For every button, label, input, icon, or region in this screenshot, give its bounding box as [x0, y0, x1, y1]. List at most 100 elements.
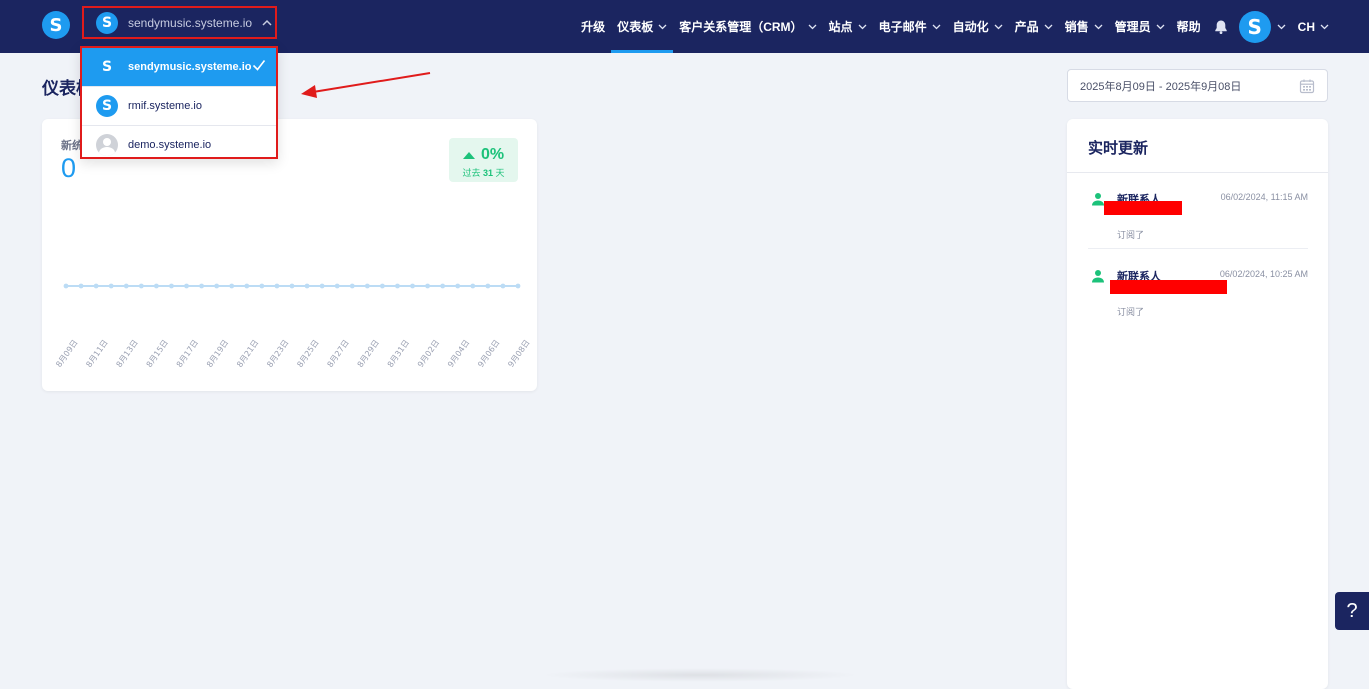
update-time: 06/02/2024, 10:25 AM: [1219, 269, 1308, 279]
annotation-arrow: [301, 72, 431, 98]
update-item[interactable]: 新联系人 06/02/2024, 10:25 AM 订阅了: [1088, 263, 1308, 333]
data-point[interactable]: [364, 283, 370, 289]
language-selector[interactable]: CH: [1298, 20, 1329, 34]
help-button[interactable]: ?: [1335, 592, 1369, 630]
data-point[interactable]: [229, 283, 235, 289]
x-tick-label: 8月27日: [325, 338, 350, 369]
data-point[interactable]: [395, 283, 400, 289]
updates-title: 实时更新: [1088, 140, 1149, 157]
x-tick-label: 8月31日: [386, 338, 411, 369]
x-tick-label: 8月25日: [295, 338, 320, 369]
workspace-current-name: sendymusic.systeme.io: [128, 15, 253, 30]
x-tick-label: 8月19日: [205, 338, 230, 369]
nav-label: 自动化: [952, 20, 989, 34]
nav-label: 客户关系管理（CRM）: [679, 20, 803, 34]
data-point[interactable]: [274, 283, 280, 289]
nav-help[interactable]: 帮助: [1171, 0, 1207, 53]
workspace-option-demo[interactable]: demo.systeme.io: [82, 126, 276, 164]
chevron-down-icon: [932, 24, 941, 29]
bottom-shadow: [540, 668, 860, 682]
x-tick-label: 8月09日: [54, 338, 79, 369]
data-point[interactable]: [154, 283, 159, 289]
user-avatar[interactable]: S: [1238, 10, 1271, 43]
data-point[interactable]: [93, 283, 99, 289]
nav-email[interactable]: 电子邮件: [873, 0, 947, 53]
check-icon: [252, 60, 266, 71]
update-action: 订阅了: [1117, 230, 1145, 240]
chevron-down-icon: [658, 24, 667, 29]
data-point[interactable]: [380, 283, 385, 289]
date-range-picker[interactable]: 2025年8月09日 - 2025年9月08日: [1067, 69, 1328, 102]
bell-icon[interactable]: [1213, 19, 1229, 35]
systeme-logo-icon[interactable]: S: [42, 11, 70, 39]
data-point[interactable]: [244, 283, 250, 289]
redacted-contact: [1104, 201, 1182, 215]
workspace-option-sendymusic[interactable]: S sendymusic.systeme.io: [82, 48, 276, 87]
update-item[interactable]: 新联系人 06/02/2024, 11:15 AM 订阅了: [1088, 186, 1308, 256]
workspace-switcher[interactable]: S sendymusic.systeme.io: [82, 6, 277, 39]
chevron-down-icon[interactable]: [1277, 24, 1286, 30]
chevron-down-icon: [1044, 24, 1053, 29]
data-point[interactable]: [470, 283, 476, 289]
data-point[interactable]: [108, 283, 114, 289]
s-logo-icon: S: [96, 11, 118, 34]
data-point[interactable]: [199, 283, 205, 289]
divider: [1067, 172, 1328, 173]
data-point[interactable]: [334, 283, 340, 289]
s-logo-icon: S: [96, 95, 118, 117]
data-point[interactable]: [455, 283, 461, 289]
workspace-option-rmif[interactable]: S rmif.systeme.io: [82, 87, 276, 126]
nav-upgrade[interactable]: 升级: [575, 0, 611, 53]
calendar-icon: [1299, 79, 1315, 93]
nav-automation[interactable]: 自动化: [947, 0, 1009, 53]
nav-sites[interactable]: 站点: [823, 0, 873, 53]
nav-label: 帮助: [1176, 20, 1201, 34]
x-tick-label: 8月29日: [356, 338, 381, 369]
x-tick-label: 9月08日: [506, 338, 531, 369]
data-point[interactable]: [515, 283, 521, 289]
nav-label: 产品: [1014, 20, 1039, 34]
data-point[interactable]: [184, 283, 189, 289]
nav-sales[interactable]: 销售: [1059, 0, 1109, 53]
chevron-down-icon: [1094, 24, 1103, 29]
data-point[interactable]: [349, 283, 355, 289]
data-point[interactable]: [289, 283, 295, 289]
main-nav: 升级 仪表板 客户关系管理（CRM） 站点 电子邮件 自动化 产品 销售 管理员…: [575, 0, 1369, 53]
nav-admin[interactable]: 管理员: [1109, 0, 1171, 53]
chevron-down-icon: [1156, 24, 1165, 29]
data-point[interactable]: [78, 283, 84, 289]
data-point[interactable]: [319, 283, 325, 289]
workspace-option-label: rmif.systeme.io: [128, 100, 202, 112]
update-action: 订阅了: [1117, 307, 1145, 317]
data-point[interactable]: [63, 283, 69, 289]
data-point[interactable]: [214, 283, 220, 289]
chevron-down-icon: [994, 24, 1003, 29]
x-tick-label: 9月04日: [446, 338, 471, 369]
nav-crm[interactable]: 客户关系管理（CRM）: [673, 0, 822, 53]
nav-dashboard[interactable]: 仪表板: [611, 0, 674, 53]
x-tick-label: 9月06日: [476, 338, 501, 369]
x-tick-label: 8月15日: [145, 338, 170, 369]
nav-products[interactable]: 产品: [1009, 0, 1059, 53]
data-point[interactable]: [485, 283, 491, 289]
data-point[interactable]: [304, 283, 310, 289]
update-time: 06/02/2024, 11:15 AM: [1220, 192, 1308, 202]
data-point[interactable]: [259, 283, 265, 289]
x-tick-label: 8月17日: [175, 338, 200, 369]
data-point[interactable]: [500, 283, 506, 289]
x-tick-label: 8月21日: [235, 338, 260, 369]
data-point[interactable]: [410, 283, 415, 289]
date-range-value: 2025年8月09日 - 2025年9月08日: [1080, 80, 1242, 93]
nav-label: 站点: [828, 20, 853, 34]
language-label: CH: [1297, 19, 1315, 34]
data-point[interactable]: [440, 283, 446, 289]
workspace-option-label: sendymusic.systeme.io: [128, 61, 252, 73]
x-tick-label: 8月13日: [115, 338, 140, 369]
data-point[interactable]: [138, 283, 144, 289]
data-point[interactable]: [425, 283, 430, 289]
data-point[interactable]: [123, 283, 129, 289]
nav-label: 管理员: [1114, 20, 1151, 34]
nav-label: 仪表板: [617, 20, 654, 34]
x-tick-label: 9月02日: [416, 338, 441, 369]
data-point[interactable]: [169, 283, 174, 289]
